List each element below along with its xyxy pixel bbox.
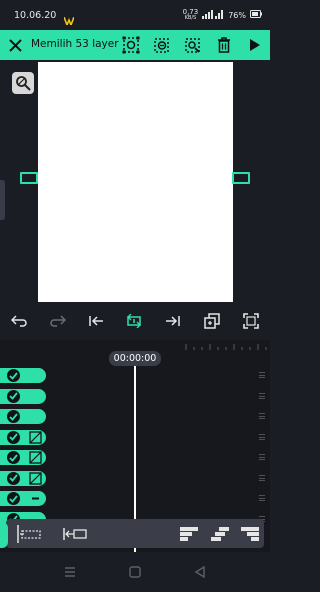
battery-icon (250, 10, 262, 20)
layer-checkbox-icon[interactable] (7, 430, 20, 444)
artboard[interactable] (38, 62, 233, 302)
jump-end-icon[interactable] (163, 311, 183, 331)
layer-checkbox-icon[interactable] (7, 492, 20, 505)
redo-icon[interactable] (48, 311, 68, 331)
shape-icon (29, 430, 42, 444)
back-icon[interactable] (192, 564, 208, 580)
layer-checkbox-icon[interactable] (7, 410, 20, 423)
time-ruler[interactable]: 00:00:00 (0, 340, 270, 366)
battery-level: 76% (228, 10, 246, 20)
layers-copy-icon[interactable] (202, 311, 222, 331)
status-bar: 10.06.20 0,73 KB/S 76% (0, 0, 270, 30)
status-time: 10.06.20 (14, 10, 57, 21)
drag-handle-icon[interactable] (259, 372, 265, 378)
close-icon[interactable] (5, 35, 25, 55)
shape-icon (29, 471, 42, 485)
layer-checkbox-icon[interactable] (7, 471, 20, 485)
edit-toolbar (0, 308, 270, 334)
play-icon[interactable] (245, 35, 265, 55)
align-right-icon[interactable] (239, 524, 261, 544)
line-icon (29, 492, 42, 505)
current-time: 00:00:00 (109, 351, 161, 366)
duplicate-icon[interactable] (152, 35, 172, 55)
align-cascade-icon[interactable] (209, 524, 231, 544)
system-nav-bar (0, 552, 270, 592)
layer-row[interactable] (0, 368, 46, 383)
layer-checkbox-icon[interactable] (7, 389, 20, 403)
delete-icon[interactable] (214, 35, 234, 55)
fullscreen-icon[interactable] (241, 311, 261, 331)
loop-icon[interactable] (124, 311, 144, 331)
layer-row[interactable] (0, 491, 46, 506)
zoom-icon[interactable] (12, 72, 34, 94)
panel-accent (0, 522, 8, 548)
undo-icon[interactable] (9, 311, 29, 331)
align-left-icon[interactable] (178, 524, 200, 544)
ruler-ticks (185, 344, 267, 350)
resize-handle-right[interactable] (232, 172, 250, 184)
network-speed: 0,73 KB/S (182, 8, 199, 22)
drag-handle-icon[interactable] (259, 392, 265, 399)
drag-handle-icon[interactable] (259, 433, 265, 440)
home-icon[interactable] (127, 564, 143, 580)
layer-row[interactable] (0, 450, 46, 465)
notification-icon (63, 10, 75, 28)
layer-checkbox-icon[interactable] (7, 369, 20, 382)
copy-style-icon[interactable] (183, 35, 203, 55)
jump-start-icon[interactable] (86, 311, 106, 331)
drag-handle-icon[interactable] (259, 413, 265, 419)
trim-start-icon[interactable] (16, 524, 42, 544)
layer-row[interactable] (0, 388, 46, 404)
side-panel-grip[interactable] (0, 180, 5, 220)
selection-title: Memilih 53 layer (31, 38, 119, 50)
layer-row[interactable] (0, 470, 46, 486)
status-icons: 0,73 KB/S 76% (183, 8, 262, 22)
selection-toolbar: Memilih 53 layer (0, 30, 270, 60)
recent-apps-icon[interactable] (62, 564, 78, 580)
drag-handle-icon[interactable] (259, 495, 265, 501)
layer-checkbox-icon[interactable] (7, 451, 20, 464)
group-layers-icon[interactable] (121, 35, 141, 55)
align-panel (6, 519, 264, 548)
drag-handle-icon[interactable] (259, 454, 265, 460)
layer-row[interactable] (0, 409, 46, 424)
move-to-start-icon[interactable] (62, 524, 88, 544)
canvas-area[interactable] (0, 60, 270, 308)
layer-row[interactable] (0, 429, 46, 445)
signal-icon (202, 9, 224, 21)
shape-icon (29, 451, 42, 464)
resize-handle-left[interactable] (20, 172, 38, 184)
drag-handle-icon[interactable] (259, 474, 265, 481)
